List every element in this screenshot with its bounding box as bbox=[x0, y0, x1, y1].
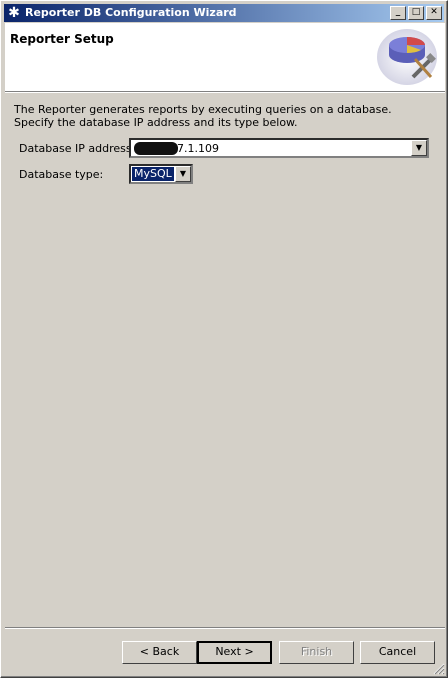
database-type-value: MySQL bbox=[131, 166, 175, 182]
database-tools-icon bbox=[377, 29, 437, 85]
wizard-header: Reporter Setup bbox=[5, 23, 445, 92]
close-button[interactable]: ✕ bbox=[426, 6, 442, 20]
cancel-button[interactable]: Cancel bbox=[360, 641, 435, 664]
page-title: Reporter Setup bbox=[10, 32, 114, 46]
wizard-window: ✱ Reporter DB Configuration Wizard _ □ ✕… bbox=[0, 0, 448, 678]
ip-address-label: Database IP address: bbox=[19, 142, 136, 155]
database-type-select[interactable]: MySQL ▼ bbox=[129, 164, 193, 184]
header-divider bbox=[5, 92, 445, 93]
database-type-label: Database type: bbox=[19, 168, 104, 181]
chevron-down-icon[interactable]: ▼ bbox=[411, 140, 427, 156]
chevron-down-icon[interactable]: ▼ bbox=[175, 166, 191, 182]
minimize-button[interactable]: _ bbox=[390, 6, 406, 20]
resize-grip-icon[interactable] bbox=[433, 663, 445, 675]
maximize-button[interactable]: □ bbox=[408, 6, 424, 20]
description-text: The Reporter generates reports by execut… bbox=[14, 103, 392, 129]
footer-divider-highlight bbox=[5, 628, 445, 629]
finish-button[interactable]: Finish bbox=[279, 641, 354, 664]
back-button[interactable]: < Back bbox=[122, 641, 197, 664]
app-logo-icon: ✱ bbox=[8, 5, 20, 21]
ip-address-value: 7.1.109 bbox=[177, 142, 219, 155]
ip-address-combobox[interactable]: 7.1.109 ▼ bbox=[129, 138, 429, 158]
redacted-ip-prefix bbox=[134, 142, 178, 155]
window-title: Reporter DB Configuration Wizard bbox=[25, 6, 237, 19]
next-button[interactable]: Next > bbox=[197, 641, 272, 664]
title-bar[interactable]: ✱ Reporter DB Configuration Wizard _ □ ✕ bbox=[4, 4, 444, 22]
